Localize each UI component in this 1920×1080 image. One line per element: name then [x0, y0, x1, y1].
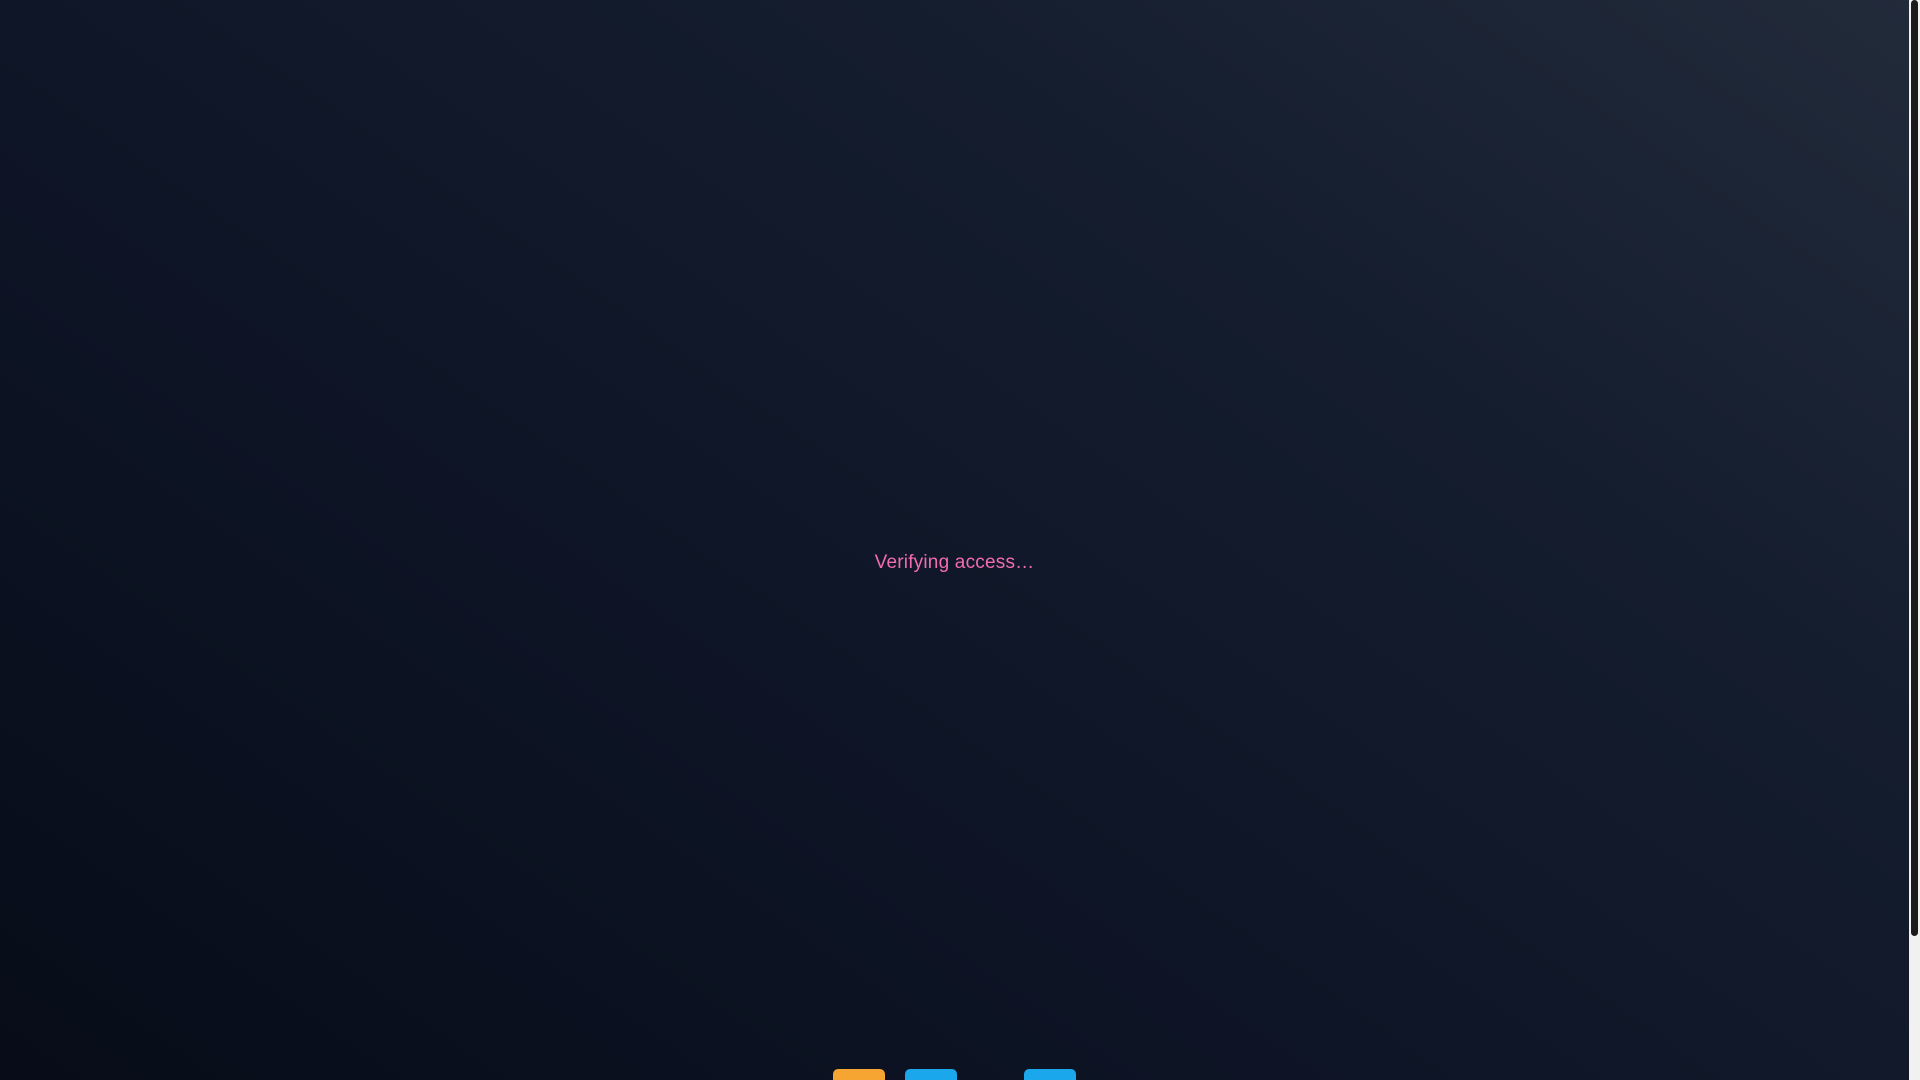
blue-emoji-icon — [1023, 1069, 1076, 1080]
vertical-scrollbar[interactable] — [1909, 0, 1920, 1080]
verifying-status: Verifying access… — [874, 552, 1035, 573]
promo-headline-row — [0, 1069, 1909, 1080]
page-viewport: Verifying access… — [0, 0, 1909, 1080]
scrollbar-thumb[interactable] — [1911, 0, 1918, 936]
blue-emoji-icon — [905, 1069, 958, 1080]
orange-emoji-icon — [833, 1069, 886, 1080]
